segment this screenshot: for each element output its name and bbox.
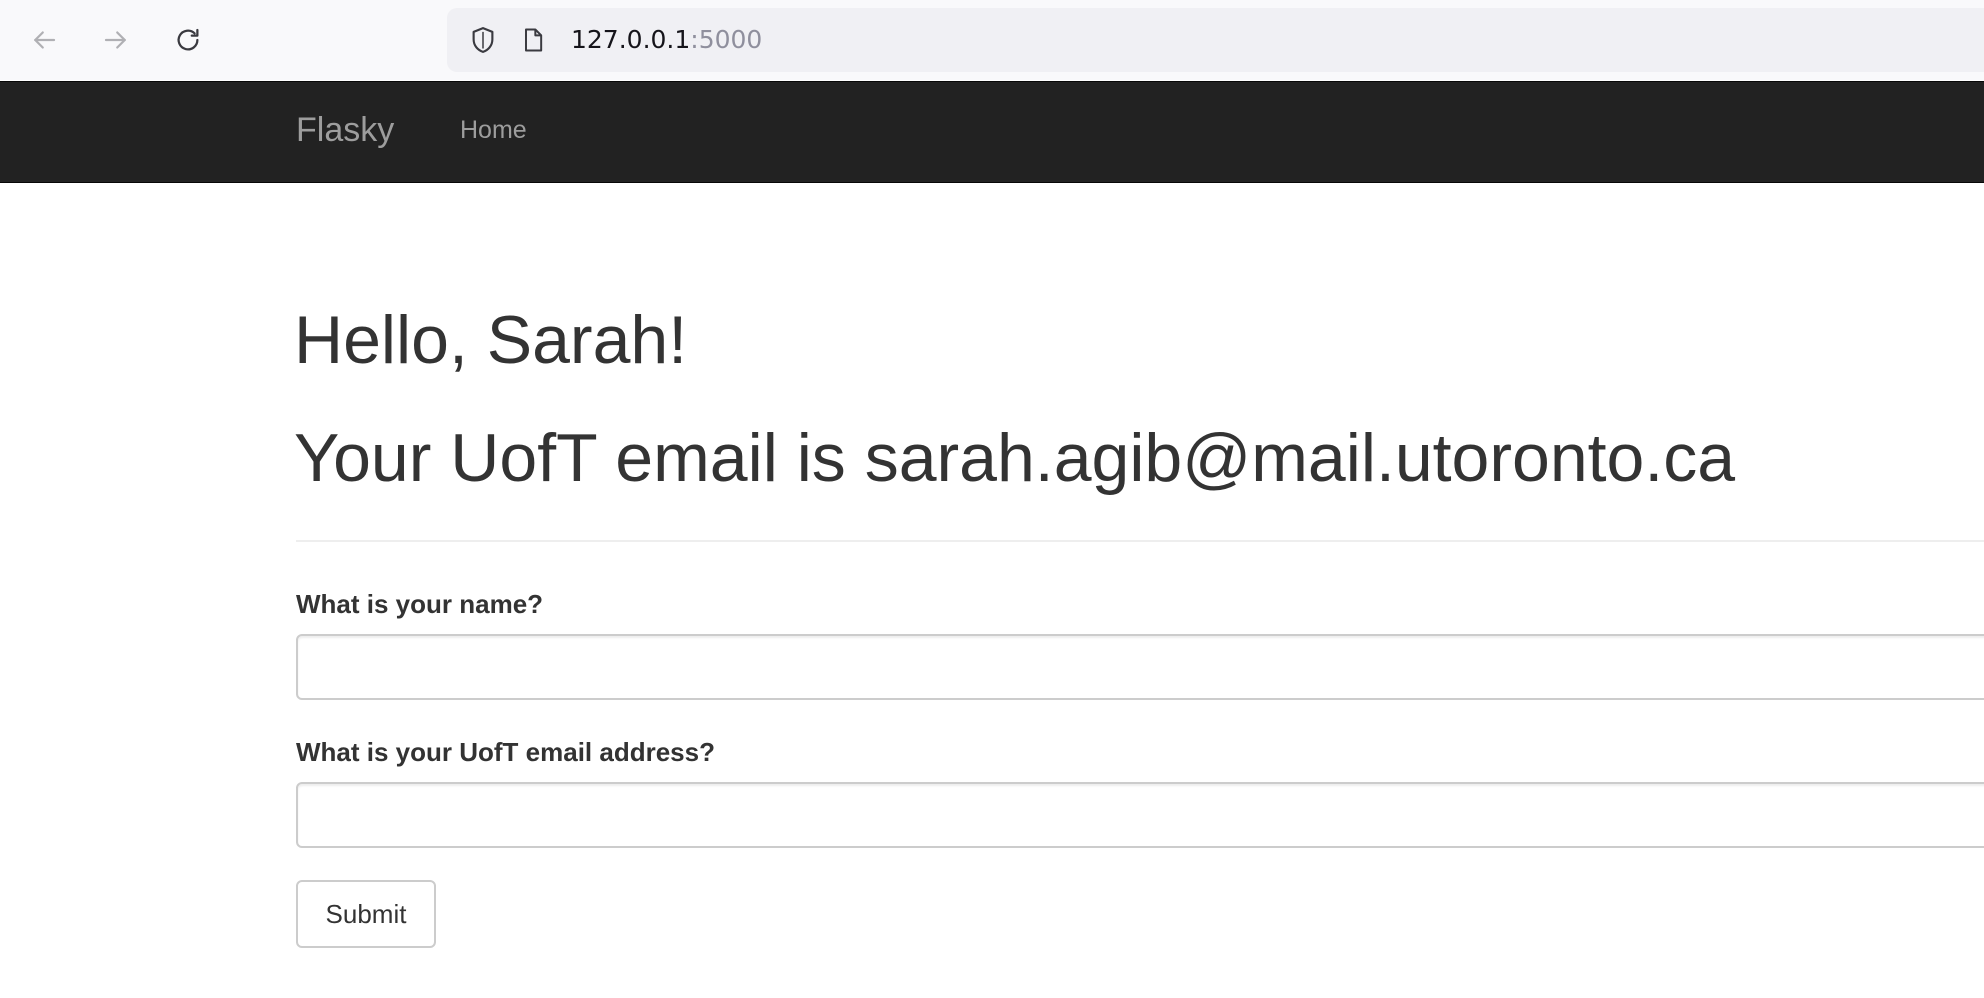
url-host: 127.0.0.1 xyxy=(571,25,691,54)
divider xyxy=(296,540,1984,542)
forward-button[interactable] xyxy=(94,18,138,62)
email-label: What is your UofT email address? xyxy=(296,737,715,767)
reload-icon xyxy=(177,28,199,51)
shield-icon[interactable] xyxy=(465,22,501,58)
name-input[interactable] xyxy=(296,634,1984,700)
navbar: Flasky Home xyxy=(0,81,1984,183)
browser-toolbar: 127.0.0.1:5000 xyxy=(0,0,1984,80)
url-bar[interactable]: 127.0.0.1:5000 xyxy=(447,8,1984,72)
name-label: What is your name? xyxy=(296,589,544,619)
back-button[interactable] xyxy=(22,18,66,62)
email-input[interactable] xyxy=(296,782,1984,848)
url-text[interactable]: 127.0.0.1:5000 xyxy=(571,25,762,55)
url-port: :5000 xyxy=(690,25,763,54)
back-arrow-icon xyxy=(34,31,56,49)
greeting-heading: Hello, Sarah! xyxy=(294,302,688,378)
page-icon[interactable] xyxy=(515,22,551,58)
nav-item-home[interactable]: Home xyxy=(460,114,527,146)
email-heading: Your UofT email is sarah.agib@mail.utoro… xyxy=(294,420,1736,496)
navbar-brand[interactable]: Flasky xyxy=(296,110,394,150)
reload-button[interactable] xyxy=(166,18,210,62)
forward-arrow-icon xyxy=(104,31,126,49)
submit-button[interactable]: Submit xyxy=(296,880,436,948)
